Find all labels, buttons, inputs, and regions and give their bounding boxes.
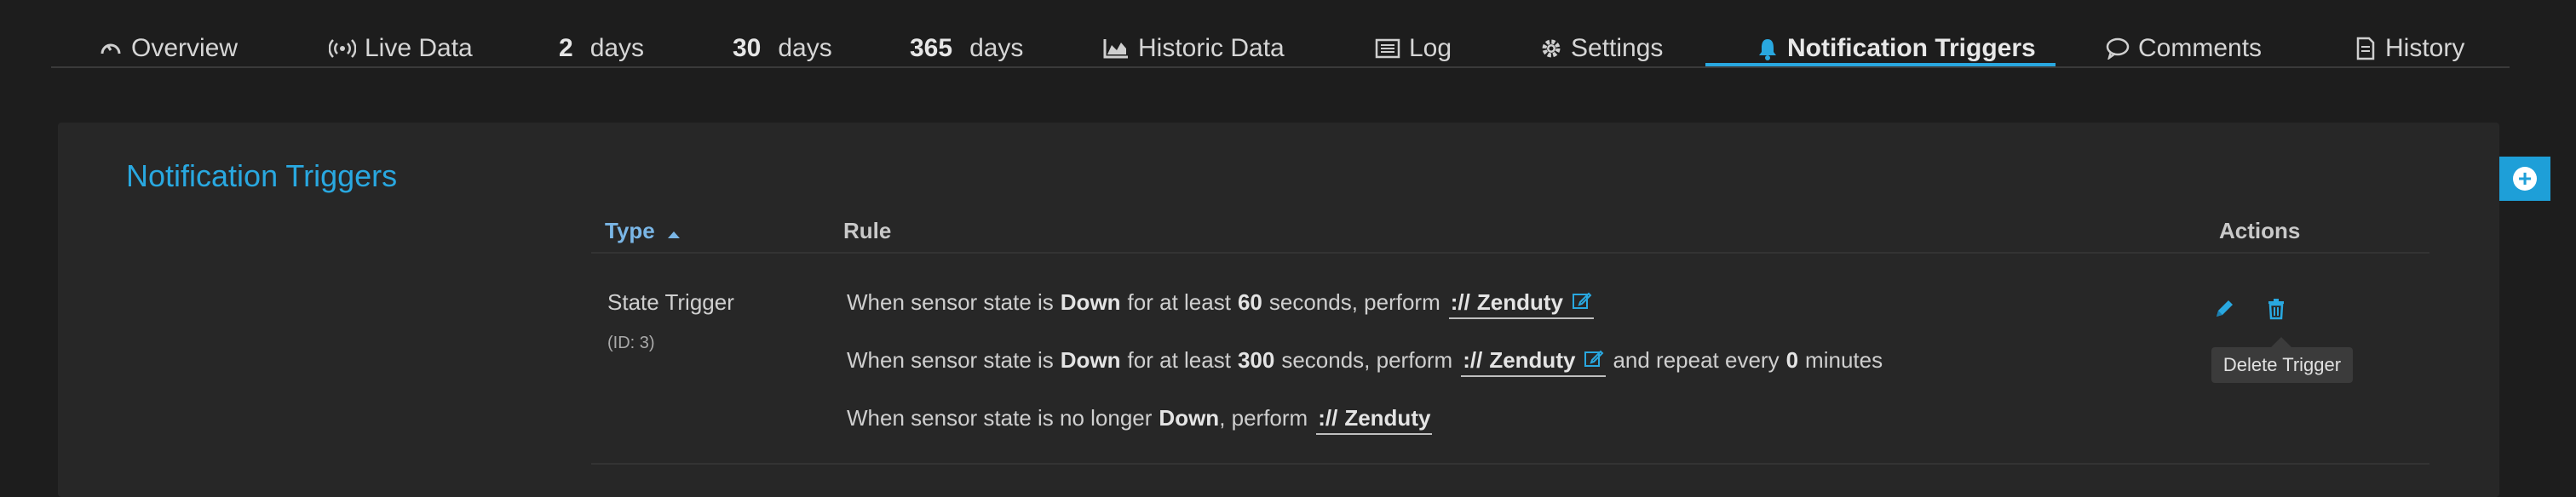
rule-state: Down xyxy=(1060,347,1121,373)
edit-notification-icon xyxy=(1572,289,1592,316)
tab-number: 365 xyxy=(910,34,953,62)
tab-label: days xyxy=(589,34,645,62)
tab-live-data[interactable]: Live Data xyxy=(329,29,473,68)
gear-icon xyxy=(1540,37,1562,60)
add-trigger-button[interactable]: + xyxy=(2499,157,2550,201)
plus-icon: + xyxy=(2513,167,2537,191)
tab-number: 30 xyxy=(733,34,762,62)
link-protocol: :// xyxy=(1450,289,1470,315)
pencil-icon xyxy=(2217,300,2233,317)
trigger-type: State Trigger xyxy=(607,289,734,315)
tab-history[interactable]: History xyxy=(2355,29,2464,68)
rule-text: for at least xyxy=(1127,289,1231,315)
tab-2-days[interactable]: 2 days xyxy=(559,29,644,68)
log-list-icon xyxy=(1375,38,1400,59)
column-header-label: Type xyxy=(605,218,655,243)
notification-target-link[interactable]: :// Zenduty xyxy=(1461,347,1607,377)
tab-label: Historic Data xyxy=(1138,34,1285,62)
tab-label: Overview xyxy=(131,34,239,62)
tab-label: Comments xyxy=(2138,34,2263,62)
rule-text: and repeat every xyxy=(1613,347,1780,373)
column-header-type[interactable]: Type xyxy=(605,218,681,246)
tab-label: days xyxy=(969,34,1024,62)
column-header-actions: Actions xyxy=(2219,218,2301,243)
rule-text: When sensor state is xyxy=(847,347,1054,373)
bell-icon xyxy=(1757,37,1779,60)
link-target: Zenduty xyxy=(1489,347,1576,373)
broadcast-icon xyxy=(329,38,356,59)
tab-number: 2 xyxy=(559,34,573,62)
rule-seconds: 60 xyxy=(1237,289,1262,315)
tab-historic-data[interactable]: Historic Data xyxy=(1102,29,1285,68)
rule-text: seconds, perform xyxy=(1281,347,1453,373)
tab-log[interactable]: Log xyxy=(1375,29,1452,68)
edit-trigger-button[interactable] xyxy=(2213,298,2235,324)
rule-text: for at least xyxy=(1127,347,1231,373)
gauge-icon xyxy=(99,37,123,60)
tab-label: History xyxy=(2385,34,2465,62)
column-header-rule: Rule xyxy=(843,218,892,243)
delete-trigger-button[interactable] xyxy=(2266,298,2286,324)
rule-state: Down xyxy=(1060,289,1121,315)
rule-line-1: When sensor state is Down for at least 6… xyxy=(847,289,1594,319)
delete-trigger-tooltip: Delete Trigger xyxy=(2211,347,2353,383)
trigger-id: (ID: 3) xyxy=(607,334,655,352)
link-protocol: :// xyxy=(1318,405,1338,431)
page-title: Notification Triggers xyxy=(126,158,398,193)
history-doc-icon xyxy=(2355,37,2377,60)
rule-text: , perform xyxy=(1219,405,1308,431)
tab-label: Notification Triggers xyxy=(1787,34,2036,62)
rule-line-3: When sensor state is no longer Down , pe… xyxy=(847,405,1433,435)
rule-text: minutes xyxy=(1805,347,1883,373)
tab-label: Log xyxy=(1409,34,1452,62)
comment-icon xyxy=(2106,37,2130,60)
tab-label: Live Data xyxy=(365,34,473,62)
tab-comments[interactable]: Comments xyxy=(2106,29,2262,68)
tab-overview[interactable]: Overview xyxy=(99,29,238,68)
rule-text: seconds, perform xyxy=(1268,289,1440,315)
link-target: Zenduty xyxy=(1476,289,1563,315)
trash-icon xyxy=(2268,299,2284,320)
rule-seconds: 300 xyxy=(1237,347,1275,373)
active-tab-indicator xyxy=(1705,63,2056,66)
notification-target-link[interactable]: :// Zenduty xyxy=(1316,405,1433,435)
tab-30-days[interactable]: 30 days xyxy=(733,29,832,68)
rule-text: When sensor state is no longer xyxy=(847,405,1153,431)
tab-label: days xyxy=(778,34,832,62)
area-chart-icon xyxy=(1102,37,1130,60)
sort-asc-icon xyxy=(666,220,681,246)
rule-minutes: 0 xyxy=(1785,347,1799,373)
edit-notification-icon xyxy=(1584,347,1604,374)
tab-365-days[interactable]: 365 days xyxy=(910,29,1023,68)
link-protocol: :// xyxy=(1463,347,1483,373)
tab-label: Settings xyxy=(1571,34,1664,62)
rule-line-2: When sensor state is Down for at least 3… xyxy=(847,347,1883,377)
rule-text: When sensor state is xyxy=(847,289,1054,315)
row-divider xyxy=(591,463,2429,465)
notification-target-link[interactable]: :// Zenduty xyxy=(1448,289,1594,319)
rule-state: Down xyxy=(1159,405,1220,431)
header-divider xyxy=(591,252,2429,254)
tab-bar: Overview Live Data 2 days 30 days 365 da… xyxy=(51,29,2510,68)
link-target: Zenduty xyxy=(1344,405,1431,431)
tab-settings[interactable]: Settings xyxy=(1540,29,1663,68)
